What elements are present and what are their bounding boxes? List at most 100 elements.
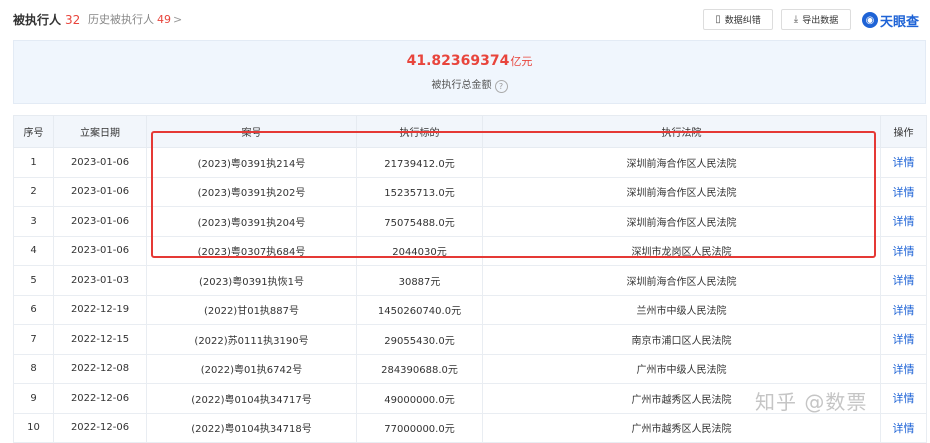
detail-link[interactable]: 详情 <box>880 206 927 237</box>
top-bar: 被执行人 32 历史被执行人 49 > ▯ 数据纠错 ⤓ 导出数据 ◉ 天眼查 <box>0 0 930 40</box>
col-header-amount: 执行标的 <box>356 115 483 148</box>
table-row: 5 2023-01-03 (2023)粤0391执恢1号 30887元 深圳前海合作区人… <box>13 265 927 296</box>
cell-index: 6 <box>13 294 54 325</box>
cell-index: 9 <box>13 383 54 414</box>
data-correction-label: 数据纠错 <box>724 16 761 26</box>
col-header-court: 执行法院 <box>482 115 881 148</box>
detail-link[interactable]: 详情 <box>880 324 927 355</box>
cell-court: 深圳前海合作区人民法院 <box>482 265 881 296</box>
cell-date: 2022-12-15 <box>53 324 147 355</box>
cell-court: 广州市越秀区人民法院 <box>482 412 881 443</box>
table-row: 4 2023-01-06 (2023)粤0307执684号 2044030元 深圳市龙岗… <box>13 235 927 266</box>
logo-text: 天眼查 <box>880 14 920 30</box>
export-data-label: 导出数据 <box>802 16 839 26</box>
cell-case-no: (2022)粤01执6742号 <box>146 353 357 384</box>
detail-link[interactable]: 详情 <box>880 147 927 178</box>
cell-case-no: (2023)粤0391执214号 <box>146 147 357 178</box>
cell-date: 2023-01-06 <box>53 176 147 207</box>
cell-court: 南京市浦口区人民法院 <box>482 324 881 355</box>
cell-date: 2023-01-06 <box>53 206 147 237</box>
cell-amount: 1450260740.0元 <box>356 294 483 325</box>
cell-index: 4 <box>13 235 54 266</box>
cell-case-no: (2022)粤0104执34717号 <box>146 383 357 414</box>
cell-date: 2023-01-06 <box>53 147 147 178</box>
cell-case-no: (2023)粤0391执202号 <box>146 176 357 207</box>
help-icon[interactable]: ? <box>494 80 508 93</box>
summary-panel: 41.82369374亿元 被执行总金额? <box>13 40 926 104</box>
detail-link[interactable]: 详情 <box>880 353 927 384</box>
export-data-button[interactable]: ⤓ 导出数据 <box>781 9 851 30</box>
cell-date: 2022-12-06 <box>53 412 147 443</box>
table-row: 2 2023-01-06 (2023)粤0391执202号 15235713.0元 深圳… <box>13 176 927 207</box>
cell-case-no: (2022)粤0104执34718号 <box>146 412 357 443</box>
table-row: 6 2022-12-19 (2022)甘01执887号 1450260740.0元 兰州… <box>13 294 927 325</box>
cell-amount: 30887元 <box>356 265 483 296</box>
col-header-date: 立案日期 <box>53 115 147 148</box>
cell-date: 2022-12-19 <box>53 294 147 325</box>
total-amount-label-row: 被执行总金额? <box>14 76 925 93</box>
cell-index: 8 <box>13 353 54 384</box>
cell-index: 5 <box>13 265 54 296</box>
col-header-case-no: 案号 <box>146 115 357 148</box>
cell-date: 2022-12-08 <box>53 353 147 384</box>
cell-case-no: (2022)苏0111执3190号 <box>146 324 357 355</box>
tab-current-executee[interactable]: 被执行人 32 <box>13 11 80 28</box>
cell-case-no: (2022)甘01执887号 <box>146 294 357 325</box>
logo-mark-icon: ◉ <box>862 12 878 28</box>
table-row: 3 2023-01-06 (2023)粤0391执204号 75075488.0元 深圳… <box>13 206 927 237</box>
cell-amount: 284390688.0元 <box>356 353 483 384</box>
download-icon: ⤓ <box>793 14 799 25</box>
cell-amount: 29055430.0元 <box>356 324 483 355</box>
cell-court: 兰州市中级人民法院 <box>482 294 881 325</box>
cell-index: 3 <box>13 206 54 237</box>
cell-amount: 75075488.0元 <box>356 206 483 237</box>
total-amount-unit: 亿元 <box>510 55 533 68</box>
total-amount-value: 41.82369374 <box>406 53 510 69</box>
detail-link[interactable]: 详情 <box>880 176 927 207</box>
col-header-index: 序号 <box>13 115 54 148</box>
data-correction-button[interactable]: ▯ 数据纠错 <box>703 9 773 30</box>
cell-court: 广州市中级人民法院 <box>482 353 881 384</box>
document-icon: ▯ <box>715 14 721 25</box>
cell-court: 深圳前海合作区人民法院 <box>482 206 881 237</box>
detail-link[interactable]: 详情 <box>880 412 927 443</box>
table-header-row: 序号 立案日期 案号 执行标的 执行法院 操作 <box>13 115 927 148</box>
cell-amount: 49000000.0元 <box>356 383 483 414</box>
cell-court: 深圳前海合作区人民法院 <box>482 147 881 178</box>
detail-link[interactable]: 详情 <box>880 235 927 266</box>
cell-index: 1 <box>13 147 54 178</box>
table-row: 7 2022-12-15 (2022)苏0111执3190号 29055430.0元南… <box>13 324 927 355</box>
cell-case-no: (2023)粤0307执684号 <box>146 235 357 266</box>
tab-history-count: 49 <box>157 13 171 26</box>
tianyancha-logo: ◉ 天眼查 <box>862 9 919 31</box>
cell-amount: 77000000.0元 <box>356 412 483 443</box>
table-row: 10 2022-12-06 (2022)粤0104执34718号 77000000.0… <box>13 412 927 443</box>
cell-amount: 15235713.0元 <box>356 176 483 207</box>
zhihu-watermark: 知乎 @数票 <box>755 390 868 414</box>
col-header-action: 操作 <box>880 115 927 148</box>
cell-case-no: (2023)粤0391执204号 <box>146 206 357 237</box>
table-row: 1 2023-01-06 (2023)粤0391执214号 21739412.0元 深圳… <box>13 147 927 178</box>
cell-date: 2023-01-03 <box>53 265 147 296</box>
tab-current-count: 32 <box>65 13 81 27</box>
detail-link[interactable]: 详情 <box>880 383 927 414</box>
detail-link[interactable]: 详情 <box>880 294 927 325</box>
total-amount-label: 被执行总金额 <box>431 80 492 91</box>
tab-history-label: 历史被执行人 <box>88 13 154 26</box>
cell-amount: 2044030元 <box>356 235 483 266</box>
tab-history-executee[interactable]: 历史被执行人 49 > <box>88 11 182 27</box>
cell-index: 7 <box>13 324 54 355</box>
cell-court: 深圳前海合作区人民法院 <box>482 176 881 207</box>
chevron-right-icon: > <box>173 13 183 26</box>
cell-index: 10 <box>13 412 54 443</box>
cell-index: 2 <box>13 176 54 207</box>
cell-date: 2023-01-06 <box>53 235 147 266</box>
cell-case-no: (2023)粤0391执恢1号 <box>146 265 357 296</box>
cell-date: 2022-12-06 <box>53 383 147 414</box>
table-row: 8 2022-12-08 (2022)粤01执6742号 284390688.0元 广州… <box>13 353 927 384</box>
total-amount: 41.82369374亿元 <box>14 53 925 69</box>
tab-current-label: 被执行人 <box>13 13 62 27</box>
cell-court: 深圳市龙岗区人民法院 <box>482 235 881 266</box>
detail-link[interactable]: 详情 <box>880 265 927 296</box>
cell-amount: 21739412.0元 <box>356 147 483 178</box>
